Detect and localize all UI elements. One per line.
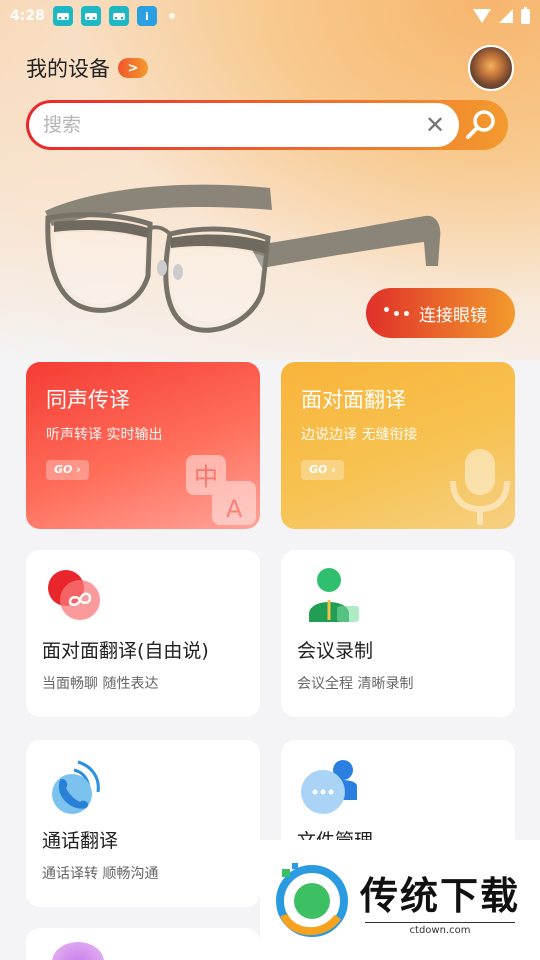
phone-call-icon (42, 756, 102, 816)
card-subtitle: 听声转译 实时输出 (46, 427, 163, 443)
info-app-icon: i (136, 6, 157, 26)
face-to-face-translation-card[interactable]: 面对面翻译 边说边译 无缝衔接 GO › (281, 362, 515, 529)
dots-icon (384, 306, 409, 316)
more-feature-card[interactable] (26, 928, 260, 960)
svg-text:中: 中 (194, 463, 218, 491)
card-title: 同声传译 (46, 388, 130, 412)
chevron-right-icon: › (331, 463, 336, 476)
card-title: 通话翻译 (42, 830, 119, 852)
status-time: 4:28 (10, 8, 45, 24)
search-bar: ✕ (26, 100, 508, 150)
close-icon[interactable]: ✕ (423, 111, 447, 139)
notification-dot-icon (168, 13, 175, 19)
card-title: 面对面翻译(自由说) (42, 640, 209, 662)
avatar[interactable] (468, 45, 514, 91)
meeting-speaker-icon (297, 566, 359, 626)
signal-icon (499, 9, 513, 23)
simultaneous-interpretation-card[interactable]: 同声传译 听声转译 实时输出 GO › 中 A (26, 362, 260, 529)
search-input[interactable] (43, 114, 423, 136)
call-translation-card[interactable]: 通话翻译 通话译转 顺畅沟通 (26, 740, 260, 907)
search-icon (466, 110, 495, 139)
chevron-right-icon[interactable]: > (118, 58, 148, 78)
car-app-icon (108, 6, 129, 26)
car-app-icon (80, 6, 101, 26)
go-button[interactable]: GO › (301, 459, 344, 480)
free-talk-icon (42, 566, 102, 626)
card-subtitle: 会议全程 清晰录制 (297, 676, 414, 692)
page-header: 我的设备 > (26, 45, 514, 91)
meeting-recording-card[interactable]: 会议录制 会议全程 清晰录制 (281, 550, 515, 717)
wifi-icon (473, 9, 491, 23)
card-subtitle: 边说边译 无缝衔接 (301, 427, 418, 443)
search-button[interactable] (460, 104, 502, 146)
connect-glasses-button[interactable]: 连接眼镜 (366, 288, 515, 338)
chevron-right-icon: › (76, 463, 81, 476)
brand-logo-icon (276, 863, 348, 937)
microphone-icon (445, 445, 515, 529)
page-title: 我的设备 (26, 57, 110, 81)
watermark-brand: 传统下载 (360, 873, 521, 918)
car-app-icon (52, 6, 73, 26)
go-label: GO (54, 463, 73, 476)
translate-icon: 中 A (180, 449, 260, 529)
status-bar: 4:28 i (0, 0, 540, 32)
svg-text:A: A (226, 495, 243, 523)
chat-bubble-icon (297, 756, 357, 816)
go-label: GO (309, 463, 328, 476)
connect-glasses-label: 连接眼镜 (419, 305, 487, 326)
card-subtitle: 通话译转 顺畅沟通 (42, 866, 159, 882)
card-title: 面对面翻译 (301, 388, 406, 412)
card-subtitle: 当面畅聊 随性表达 (42, 676, 159, 692)
go-button[interactable]: GO › (46, 459, 89, 480)
feature-icon (52, 942, 104, 960)
card-title: 会议录制 (297, 640, 374, 662)
free-talk-translation-card[interactable]: 面对面翻译(自由说) 当面畅聊 随性表达 (26, 550, 260, 717)
watermark: 传统下载 ctdown.com (260, 840, 540, 960)
battery-icon (521, 6, 530, 24)
watermark-url: ctdown.com (365, 921, 515, 936)
